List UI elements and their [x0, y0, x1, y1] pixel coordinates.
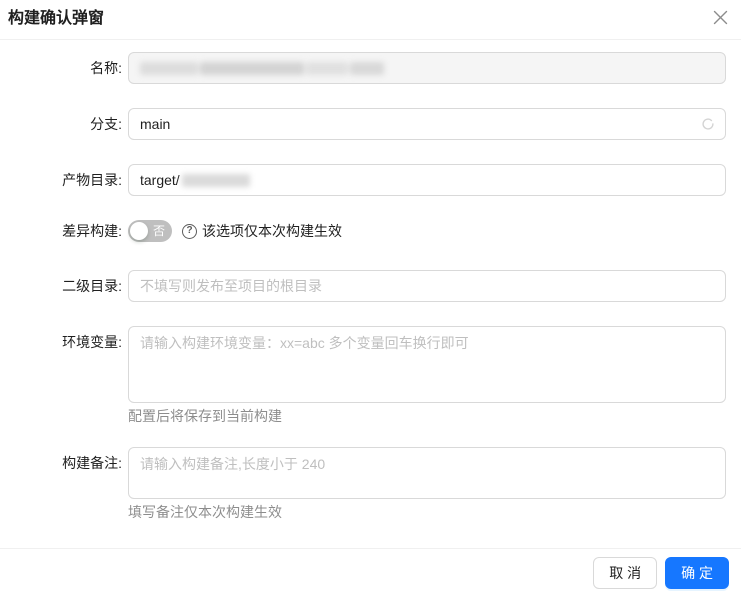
- form-row-sub-dir: 二级目录:: [0, 270, 741, 303]
- cancel-button[interactable]: 取 消: [593, 557, 658, 589]
- name-label: 名称:: [90, 60, 122, 77]
- branch-input[interactable]: [128, 108, 726, 141]
- diff-build-label: 差异构建:: [62, 223, 122, 240]
- build-confirm-dialog: 构建确认弹窗 名称: 分支: main 产物目录: target/ 差异构建: …: [0, 0, 741, 594]
- diff-build-toggle[interactable]: 否: [128, 220, 172, 243]
- form-row-artifact-dir: 产物目录: target/: [0, 164, 741, 197]
- diff-build-help-text: 该选项仅本次构建生效: [202, 223, 342, 240]
- form-row-branch: 分支:: [0, 108, 741, 141]
- sub-dir-input[interactable]: [128, 270, 726, 303]
- question-circle-icon[interactable]: ?: [182, 223, 197, 239]
- close-icon: [713, 10, 728, 25]
- toggle-knob: [130, 222, 148, 241]
- dialog-body: 名称: 分支: 产物目录: target/: [0, 40, 741, 548]
- dialog-title: 构建确认弹窗: [8, 10, 105, 27]
- artifact-dir-input[interactable]: target/: [128, 164, 726, 197]
- redacted-text: [181, 173, 250, 187]
- env-vars-textarea[interactable]: [128, 326, 726, 404]
- env-vars-label: 环境变量:: [62, 334, 122, 351]
- env-vars-hint: 配置后将保存到当前构建: [128, 408, 282, 425]
- dialog-header: 构建确认弹窗: [0, 0, 741, 41]
- build-note-label: 构建备注:: [62, 455, 122, 472]
- form-row-diff-build: 差异构建: 否 ? 该选项仅本次构建生效: [0, 220, 741, 243]
- refresh-icon[interactable]: [701, 117, 715, 131]
- form-row-name: 名称:: [0, 52, 741, 85]
- artifact-dir-value: target/: [140, 172, 180, 189]
- form-row-env-vars: 环境变量: 配置后将保存到当前构建: [0, 326, 741, 426]
- close-button[interactable]: [707, 4, 733, 30]
- build-note-textarea[interactable]: [128, 447, 726, 500]
- sub-dir-label: 二级目录:: [62, 278, 122, 295]
- dialog-footer: 取 消 确 定: [0, 548, 741, 589]
- build-note-hint: 填写备注仅本次构建生效: [128, 504, 282, 521]
- branch-label: 分支:: [90, 116, 122, 133]
- redacted-text: [140, 61, 384, 75]
- artifact-dir-label: 产物目录:: [62, 172, 122, 189]
- toggle-state-label: 否: [153, 224, 166, 239]
- confirm-button[interactable]: 确 定: [665, 557, 729, 589]
- name-field: [128, 52, 726, 85]
- form-row-build-note: 构建备注: 填写备注仅本次构建生效: [0, 447, 741, 522]
